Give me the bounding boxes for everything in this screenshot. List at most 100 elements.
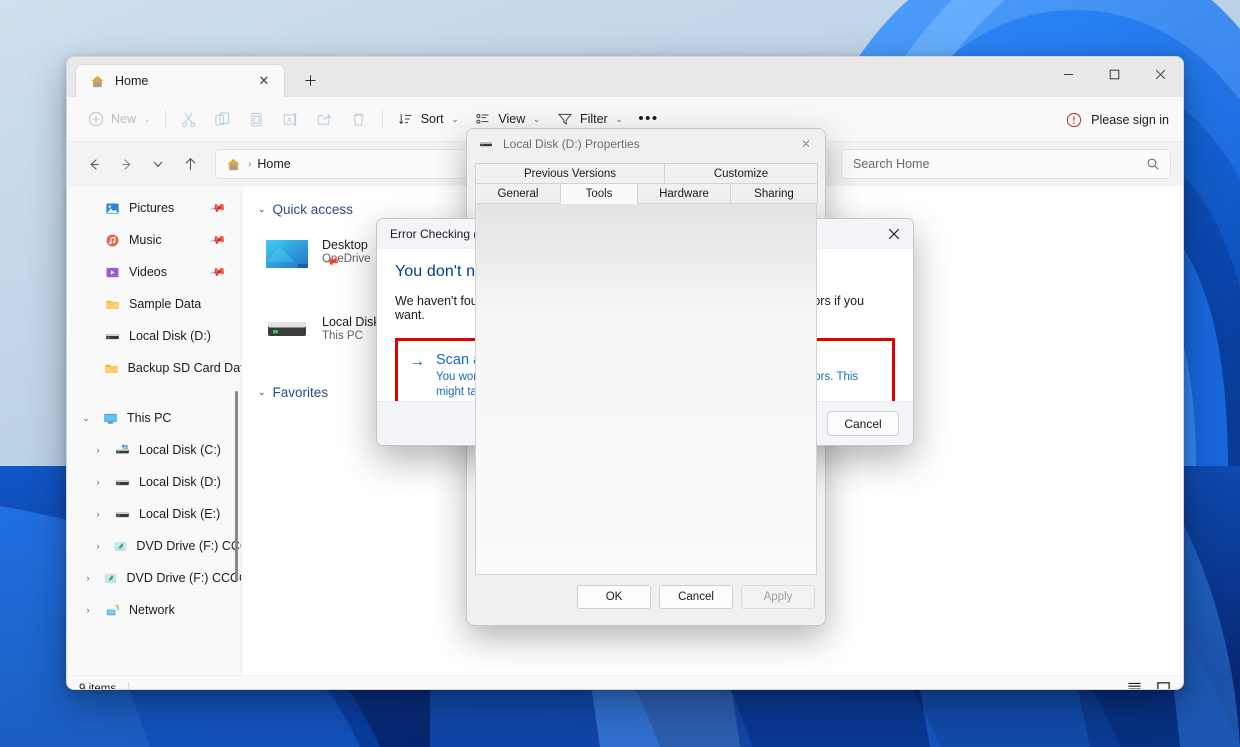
close-button[interactable]	[1137, 57, 1183, 91]
forward-button[interactable]	[111, 149, 141, 179]
home-icon	[224, 155, 242, 173]
sidebar-item-local-disk-c[interactable]: › Local Disk (C:)	[67, 434, 241, 466]
chevron-right-icon[interactable]: ›	[81, 573, 95, 583]
sidebar-item-network[interactable]: › Network	[67, 594, 241, 626]
svg-text:A: A	[287, 115, 293, 124]
button-label: OK	[605, 591, 623, 603]
chevron-down-icon[interactable]: ⌄	[79, 413, 93, 424]
sidebar-item-label: Local Disk (E:)	[139, 507, 221, 521]
cut-button[interactable]	[172, 104, 206, 134]
drive-icon	[113, 505, 131, 523]
minimize-button[interactable]	[1045, 57, 1091, 91]
sidebar-item-label: Network	[129, 603, 175, 617]
sidebar-item-backup-sd-card-data[interactable]: › Backup SD Card Data	[67, 352, 241, 384]
delete-button[interactable]	[342, 104, 376, 134]
sidebar-item-label: Local Disk (D:)	[129, 329, 211, 343]
share-button[interactable]	[308, 104, 342, 134]
sidebar-item-local-disk-d-quick[interactable]: › Local Disk (D:)	[67, 320, 241, 352]
recent-locations-button[interactable]	[143, 149, 173, 179]
tab-general[interactable]: General	[475, 183, 561, 203]
filter-label: Filter	[579, 112, 608, 126]
chevron-right-icon[interactable]: ›	[91, 477, 105, 487]
close-icon[interactable]: ✕	[254, 71, 274, 91]
arrow-right-icon	[121, 158, 131, 170]
window-controls	[1045, 57, 1183, 91]
ok-button[interactable]: OK	[577, 585, 651, 609]
pin-icon: 📌	[208, 199, 227, 218]
properties-tab-page	[475, 203, 817, 575]
cancel-button[interactable]: Cancel	[827, 411, 899, 436]
sidebar-item-this-pc[interactable]: ⌄ This PC	[67, 402, 241, 434]
tab-tools[interactable]: Tools	[560, 183, 638, 204]
tab-home[interactable]: Home ✕	[75, 64, 285, 97]
sort-label: Sort	[420, 112, 444, 126]
dvd-icon	[113, 537, 128, 555]
sidebar-item-label: Backup SD Card Data	[127, 361, 241, 375]
tab-sharing[interactable]: Sharing	[730, 183, 818, 203]
list-view-icon[interactable]	[1127, 680, 1142, 689]
new-tab-button[interactable]	[295, 65, 325, 95]
videos-icon	[103, 263, 121, 281]
tab-hardware[interactable]: Hardware	[637, 183, 731, 203]
sidebar-item-pictures[interactable]: › Pictures 📌	[67, 192, 241, 224]
rename-icon: A	[282, 110, 300, 128]
chevron-right-icon[interactable]: ›	[91, 541, 105, 551]
copy-button[interactable]	[206, 104, 240, 134]
search-input[interactable]: Search Home	[841, 149, 1171, 179]
divider	[164, 110, 166, 128]
desktop-icon	[264, 236, 310, 281]
search-icon[interactable]	[1144, 155, 1162, 173]
sidebar-item-label: DVD Drive (F:) CCCOM	[126, 571, 241, 585]
chevron-down-icon[interactable]: ⌄	[258, 204, 266, 215]
tab-label: Customize	[713, 167, 769, 180]
pin-icon: 📌	[208, 263, 227, 282]
alert-circle-icon	[1065, 111, 1083, 129]
sidebar-item-music[interactable]: › Music 📌	[67, 224, 241, 256]
sidebar-item-local-disk-e[interactable]: › Local Disk (E:)	[67, 498, 241, 530]
chevron-down-icon: ⌄	[533, 114, 540, 124]
maximize-button[interactable]	[1091, 57, 1137, 91]
sign-in-prompt[interactable]: Please sign in	[1065, 97, 1169, 142]
up-button[interactable]	[175, 149, 205, 179]
sidebar-item-label: DVD Drive (F:) CCCO	[136, 539, 241, 553]
sidebar-item-label: Music	[129, 233, 162, 247]
sidebar-item-dvd-drive-f-1[interactable]: › DVD Drive (F:) CCCO	[67, 530, 242, 562]
navigation-pane: › Pictures 📌 › Music 📌 ›	[67, 186, 241, 675]
close-icon[interactable]: ✕	[791, 131, 821, 157]
tab-label: Tools	[585, 187, 613, 200]
tab-label: Previous Versions	[523, 167, 617, 180]
cancel-button[interactable]: Cancel	[659, 585, 733, 609]
drive-icon	[477, 135, 495, 153]
properties-tab-strip: Previous Versions Customize General Tool…	[467, 159, 825, 204]
sort-button[interactable]: Sort ⌄	[389, 104, 467, 134]
tab-customize[interactable]: Customize	[664, 163, 818, 183]
divider	[128, 682, 130, 689]
rename-button[interactable]: A	[274, 104, 308, 134]
sidebar-item-sample-data[interactable]: › Sample Data	[67, 288, 241, 320]
nav-scrollbar-thumb[interactable]	[235, 391, 238, 581]
sidebar-item-videos[interactable]: › Videos 📌	[67, 256, 241, 288]
close-icon[interactable]	[879, 221, 909, 247]
sidebar-item-dvd-drive-f-2[interactable]: › DVD Drive (F:) CCCOM	[67, 562, 242, 594]
paste-button[interactable]	[240, 104, 274, 134]
sidebar-item-label: Local Disk (D:)	[139, 475, 221, 489]
music-icon	[103, 231, 121, 249]
properties-tab-row-1: Previous Versions Customize	[475, 163, 818, 183]
sidebar-item-label: Sample Data	[129, 297, 202, 311]
back-button[interactable]	[79, 149, 109, 179]
local-disk-properties-dialog: Local Disk (D:) Properties ✕ Previous Ve…	[466, 128, 826, 626]
sidebar-item-local-disk-d[interactable]: › Local Disk (D:)	[67, 466, 241, 498]
chevron-down-icon: ⌄	[615, 114, 623, 124]
filter-icon	[556, 110, 574, 128]
chevron-down-icon[interactable]: ⌄	[258, 387, 266, 398]
tab-previous-versions[interactable]: Previous Versions	[475, 163, 665, 183]
chevron-right-icon[interactable]: ›	[91, 445, 105, 455]
new-button[interactable]: New ⌄	[79, 104, 159, 134]
dvd-icon	[103, 569, 119, 587]
chevron-down-icon: ⌄	[144, 114, 151, 124]
chevron-right-icon[interactable]: ›	[81, 605, 95, 615]
chevron-right-icon[interactable]: ›	[91, 509, 105, 519]
tile-view-icon[interactable]	[1156, 680, 1171, 689]
sign-in-label: Please sign in	[1091, 112, 1169, 127]
sidebar-item-label: Pictures	[129, 201, 175, 215]
